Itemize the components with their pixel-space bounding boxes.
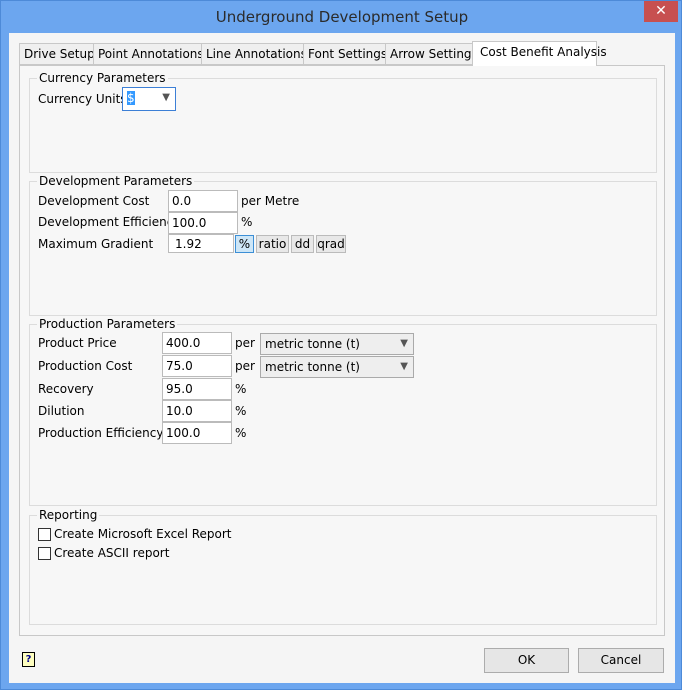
production-efficiency-unit: % <box>235 426 247 440</box>
product-price-unit-value: metric tonne (t) <box>265 337 360 351</box>
gradient-unit-percent-button[interactable]: % <box>235 235 254 253</box>
tab-line-annotations[interactable]: Line Annotations <box>201 43 312 65</box>
recovery-label: Recovery <box>38 382 94 396</box>
help-icon[interactable]: ? <box>22 652 35 667</box>
recovery-unit: % <box>235 382 247 396</box>
product-price-per: per <box>235 336 255 350</box>
dilution-input[interactable]: 10.0 <box>162 400 232 422</box>
gradient-unit-ratio-button[interactable]: ratio <box>256 235 289 253</box>
ok-button[interactable]: OK <box>484 648 569 673</box>
window-title: Underground Development Setup <box>215 8 469 26</box>
reporting-group-label: Reporting <box>37 508 100 522</box>
tab-font-settings[interactable]: Font Settings <box>303 43 393 65</box>
dialog-window: Underground Development Setup ✕ Drive Se… <box>0 0 682 690</box>
dilution-unit: % <box>235 404 247 418</box>
tab-drive-setup[interactable]: Drive Setup <box>19 43 100 65</box>
currency-units-value: $ <box>127 91 135 105</box>
product-price-label: Product Price <box>38 336 117 350</box>
production-cost-per: per <box>235 359 255 373</box>
development-cost-input[interactable]: 0.0 <box>168 190 238 212</box>
production-cost-unit-select[interactable]: metric tonne (t) ▼ <box>260 356 414 378</box>
currency-units-label: Currency Units <box>38 92 127 106</box>
product-price-input[interactable]: 400.0 <box>162 332 232 354</box>
chevron-down-icon: ▼ <box>162 92 170 103</box>
development-efficiency-input[interactable]: 100.0 <box>168 212 238 234</box>
cancel-button[interactable]: Cancel <box>578 648 664 673</box>
production-cost-label: Production Cost <box>38 359 133 373</box>
production-group-label: Production Parameters <box>37 317 178 331</box>
production-efficiency-label: Production Efficiency <box>38 426 164 440</box>
development-efficiency-unit: % <box>241 215 253 229</box>
tab-arrow-settings[interactable]: Arrow Settings <box>385 43 483 65</box>
gradient-unit-dd-button[interactable]: dd <box>291 235 314 253</box>
chevron-down-icon: ▼ <box>400 361 408 372</box>
product-price-unit-select[interactable]: metric tonne (t) ▼ <box>260 333 414 355</box>
excel-report-label: Create Microsoft Excel Report <box>54 527 232 541</box>
development-cost-unit: per Metre <box>241 194 300 208</box>
recovery-input[interactable]: 95.0 <box>162 378 232 400</box>
tab-point-annotations[interactable]: Point Annotations <box>93 43 209 65</box>
close-icon: ✕ <box>655 3 667 19</box>
close-button[interactable]: ✕ <box>644 1 678 22</box>
dilution-label: Dilution <box>38 404 85 418</box>
ascii-report-checkbox[interactable] <box>38 547 51 560</box>
tab-cost-benefit-analysis[interactable]: Cost Benefit Analysis <box>472 41 607 66</box>
chevron-down-icon: ▼ <box>400 338 408 349</box>
production-cost-input[interactable]: 75.0 <box>162 355 232 377</box>
gradient-unit-qrad-button[interactable]: qrad <box>316 235 346 253</box>
maximum-gradient-label: Maximum Gradient <box>38 237 154 251</box>
maximum-gradient-input[interactable]: 1.92 <box>168 234 234 253</box>
production-cost-unit-value: metric tonne (t) <box>265 360 360 374</box>
development-group-label: Development Parameters <box>37 174 195 188</box>
ascii-report-label: Create ASCII report <box>54 546 170 560</box>
currency-group-label: Currency Parameters <box>37 71 168 85</box>
development-efficiency-label: Development Efficiency <box>38 215 181 229</box>
currency-units-select[interactable]: $ ▼ <box>122 87 176 111</box>
production-efficiency-input[interactable]: 100.0 <box>162 422 232 444</box>
excel-report-checkbox[interactable] <box>38 528 51 541</box>
development-cost-label: Development Cost <box>38 194 150 208</box>
